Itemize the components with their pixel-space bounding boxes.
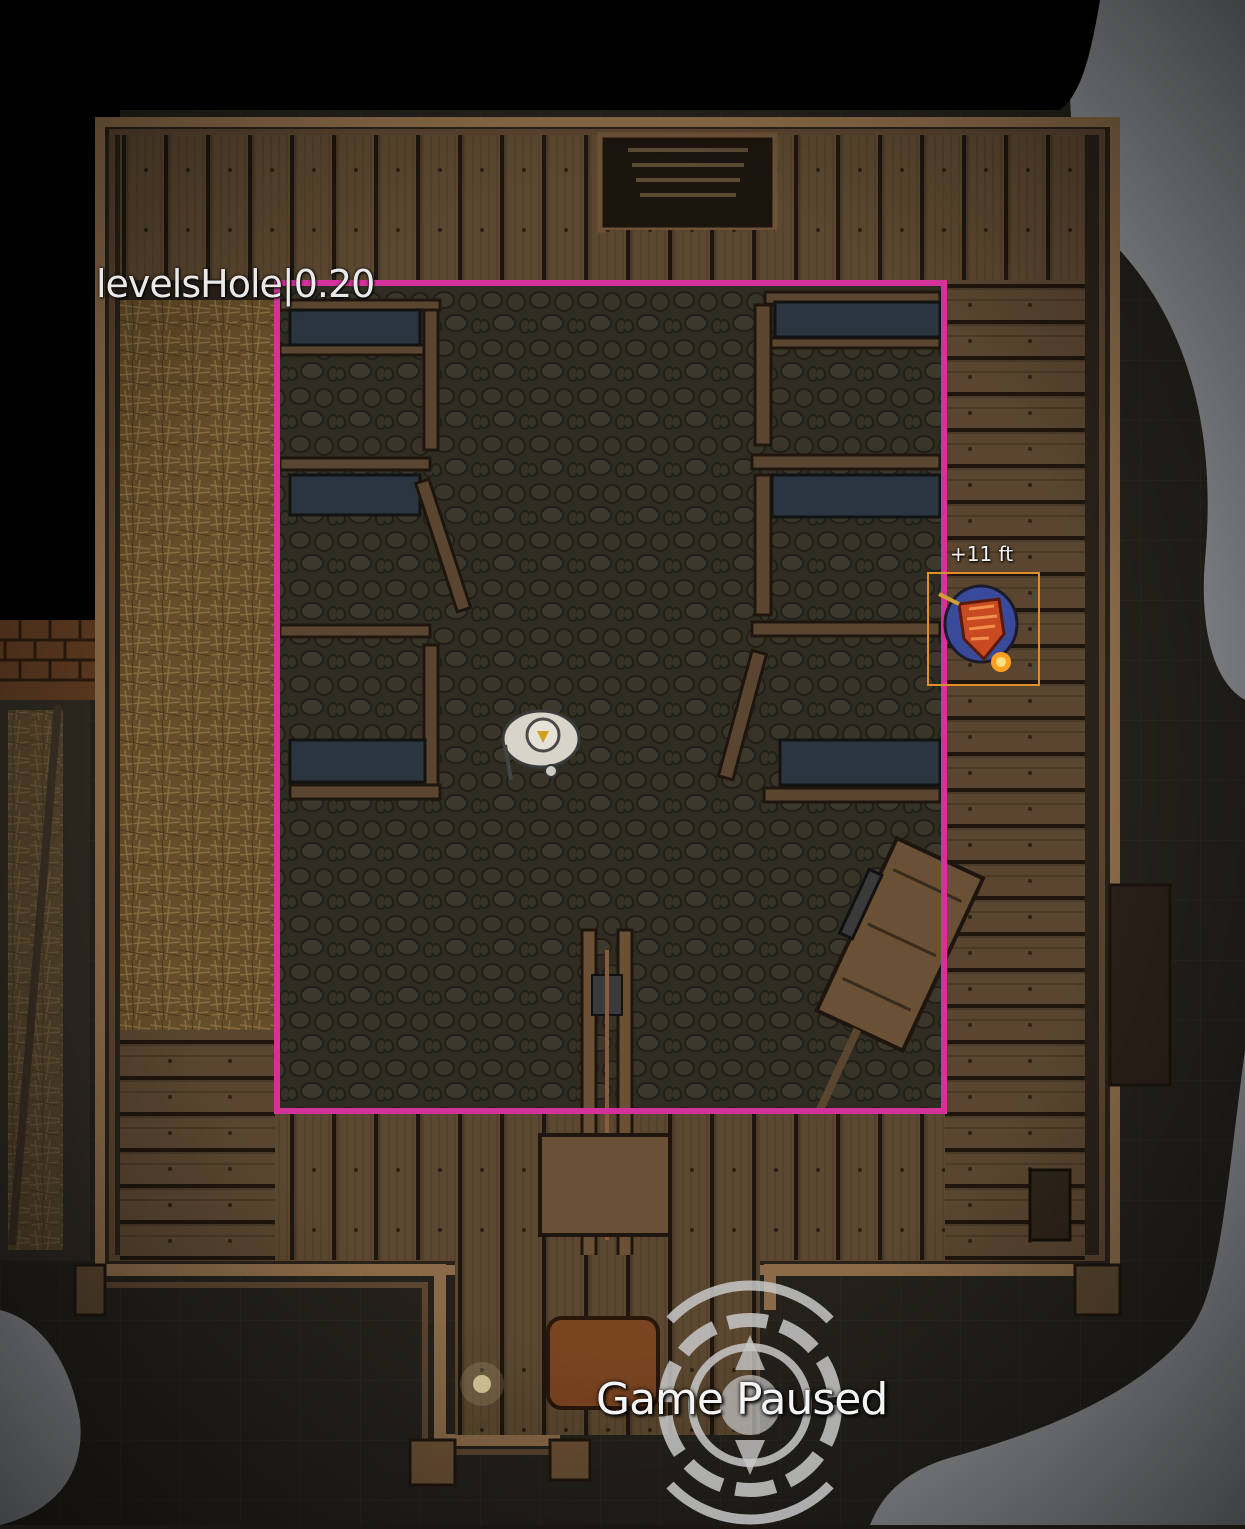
game-paused-label: Game Paused [596, 1374, 888, 1425]
token-elevation-label: +11 ft [950, 542, 1014, 566]
map-background [0, 0, 1245, 1525]
enemy-token[interactable] [927, 572, 1040, 686]
region-label: levelsHole|0.20 [96, 262, 375, 306]
player-token[interactable] [493, 695, 589, 781]
game-canvas[interactable]: levelsHole|0.20 +11 ft Game Paused [0, 0, 1245, 1525]
